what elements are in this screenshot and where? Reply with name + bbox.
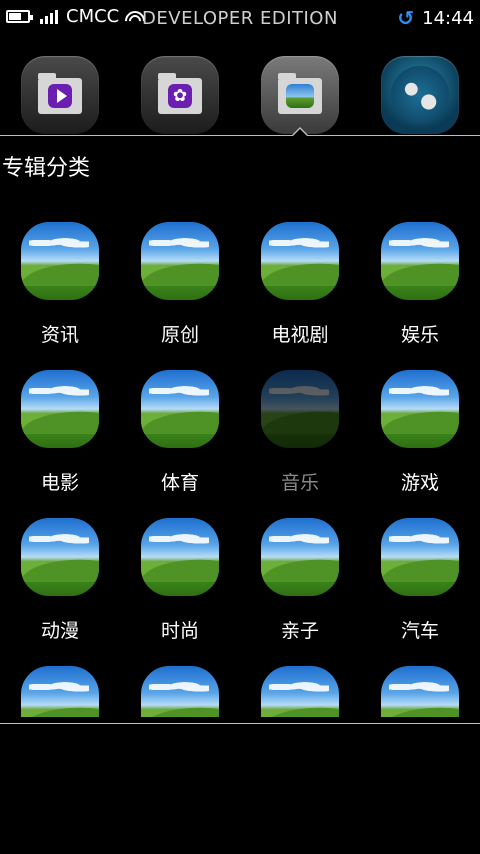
category-tile[interactable] (240, 664, 360, 717)
category-tile[interactable]: 游戏 (360, 368, 480, 516)
category-thumbnail (261, 518, 339, 596)
category-tile[interactable]: 原创 (120, 220, 240, 368)
category-tile[interactable]: 娱乐 (360, 220, 480, 368)
category-tile[interactable]: 亲子 (240, 516, 360, 664)
category-tile[interactable]: 资讯 (0, 220, 120, 368)
category-thumbnail (261, 370, 339, 448)
category-label: 体育 (160, 472, 199, 494)
category-tile[interactable] (120, 664, 240, 717)
category-thumbnail (21, 370, 99, 448)
category-thumbnail (261, 666, 339, 717)
bottom-divider (0, 723, 480, 724)
category-thumbnail (141, 518, 219, 596)
category-label: 动漫 (40, 620, 79, 642)
category-grid: 资讯 原创 电视剧 娱乐 电影 体育 音乐 游戏 动漫 时尚 亲子 汽车 (0, 220, 480, 717)
favorites-app-button[interactable]: ✿ (141, 56, 219, 134)
category-thumbnail (261, 222, 339, 300)
globe-icon (391, 66, 449, 124)
category-thumbnail (21, 518, 99, 596)
category-label: 游戏 (400, 472, 439, 494)
category-thumbnail (381, 222, 459, 300)
category-tile[interactable]: 体育 (120, 368, 240, 516)
sync-icon: ↺ (397, 6, 415, 30)
category-label: 娱乐 (400, 324, 439, 346)
category-label: 亲子 (280, 620, 319, 642)
category-tile[interactable]: 电影 (0, 368, 120, 516)
category-label: 音乐 (280, 472, 319, 494)
category-tile-pressed[interactable]: 音乐 (240, 368, 360, 516)
category-tile[interactable]: 电视剧 (240, 220, 360, 368)
category-label: 原创 (160, 324, 199, 346)
star-icon: ✿ (172, 86, 188, 106)
category-label: 时尚 (160, 620, 199, 642)
browser-app-button[interactable] (381, 56, 459, 134)
gallery-app-button[interactable] (261, 56, 339, 134)
category-tile[interactable] (360, 664, 480, 717)
category-label: 资讯 (40, 324, 79, 346)
category-thumbnail (141, 666, 219, 717)
status-bar: CMCC DEVELOPER EDITION ↺ 14:44 (0, 0, 480, 36)
category-tile[interactable] (0, 664, 120, 717)
selected-pointer (292, 127, 308, 136)
category-tile[interactable]: 汽车 (360, 516, 480, 664)
play-icon (57, 89, 67, 103)
category-thumbnail (141, 222, 219, 300)
clock: 14:44 (422, 7, 474, 29)
video-app-button[interactable] (21, 56, 99, 134)
category-thumbnail (381, 666, 459, 717)
category-thumbnail (141, 370, 219, 448)
category-tile[interactable]: 时尚 (120, 516, 240, 664)
landscape-icon (286, 84, 314, 108)
category-thumbnail (381, 518, 459, 596)
category-thumbnail (381, 370, 459, 448)
category-thumbnail (21, 666, 99, 717)
category-label: 汽车 (400, 620, 439, 642)
section-title: 专辑分类 (2, 156, 91, 181)
app-bar-divider (0, 135, 480, 136)
category-label: 电影 (40, 472, 79, 494)
category-label: 电视剧 (271, 324, 329, 346)
app-bar: ✿ (0, 52, 480, 136)
category-tile[interactable]: 动漫 (0, 516, 120, 664)
category-thumbnail (21, 222, 99, 300)
status-right: ↺ 14:44 (397, 6, 474, 30)
